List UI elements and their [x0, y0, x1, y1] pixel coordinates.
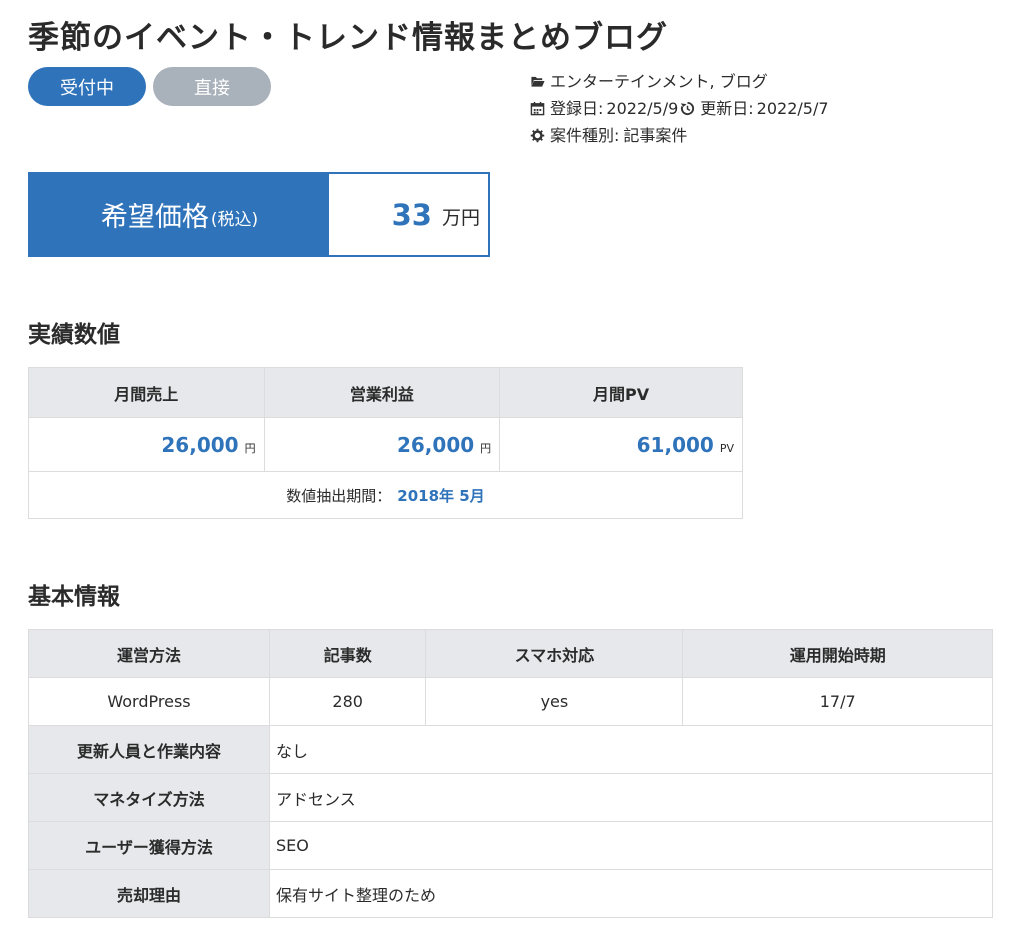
- period-row: 数値抽出期間： 2018年 5月: [28, 471, 743, 519]
- table-row: 更新人員と作業内容 なし: [28, 725, 993, 774]
- price-label-text: 希望価格: [100, 202, 209, 233]
- mobile-support-value: yes: [425, 677, 684, 726]
- operation-method-header: 運営方法: [28, 629, 270, 678]
- mobile-support-header: スマホ対応: [425, 629, 684, 678]
- table-row: マネタイズ方法 アドセンス: [28, 773, 993, 822]
- registered-date: 2022/5/9: [606, 99, 679, 118]
- price-number: 33: [391, 197, 432, 232]
- monthly-pv-header: 月間PV: [499, 367, 743, 418]
- performance-value-row: 26,000 円 26,000 円 61,000 PV: [28, 417, 743, 472]
- article-count-value: 280: [268, 677, 427, 726]
- price-value: 33 万円: [329, 174, 488, 255]
- deal-type-badge: 直接: [153, 67, 271, 106]
- operating-profit-unit: 円: [480, 441, 492, 455]
- basic-info-header-row: 運営方法 記事数 スマホ対応 運用開始時期: [28, 629, 993, 678]
- start-date-header: 運用開始時期: [682, 629, 993, 678]
- kind-label: 案件種別:: [550, 126, 620, 145]
- monthly-pv-value: 61,000: [636, 432, 714, 457]
- gear-icon: [530, 128, 545, 143]
- basic-info-value-row: WordPress 280 yes 17/7: [28, 677, 993, 726]
- period-cell: 数値抽出期間： 2018年 5月: [28, 471, 743, 519]
- monthly-sales-unit: 円: [244, 441, 256, 455]
- monetization-value: アドセンス: [269, 773, 993, 822]
- update-staff-label: 更新人員と作業内容: [28, 725, 270, 774]
- sale-reason-value: 保有サイト整理のため: [269, 869, 993, 918]
- updated-date: 2022/5/7: [756, 99, 829, 118]
- table-row: ユーザー獲得方法 SEO: [28, 821, 993, 870]
- operating-profit-value: 26,000: [396, 432, 475, 457]
- table-row: 売却理由 保有サイト整理のため: [28, 869, 993, 918]
- kind-row: 案件種別: 記事案件: [530, 122, 829, 149]
- operating-profit-header: 営業利益: [263, 367, 501, 418]
- registered-label: 登録日:: [550, 99, 604, 118]
- monthly-sales-header: 月間売上: [28, 367, 265, 418]
- basic-info-table: 運営方法 記事数 スマホ対応 運用開始時期 WordPress 280 yes …: [28, 629, 993, 918]
- price-tax-note: (税込): [210, 210, 259, 230]
- folder-open-icon: [530, 74, 545, 89]
- calendar-icon: [530, 101, 545, 116]
- status-badge: 受付中: [28, 67, 146, 106]
- performance-header-row: 月間売上 営業利益 月間PV: [28, 367, 743, 418]
- update-staff-value: なし: [269, 725, 993, 774]
- page-title: 季節のイベント・トレンド情報まとめブログ: [28, 20, 668, 56]
- user-acquisition-label: ユーザー獲得方法: [28, 821, 270, 870]
- category-row: エンターテインメント, ブログ: [530, 68, 829, 95]
- price-box: 希望価格 (税込) 33 万円: [28, 172, 490, 257]
- basic-info-section-title: 基本情報: [28, 584, 120, 610]
- article-count-header: 記事数: [268, 629, 427, 678]
- user-acquisition-value: SEO: [269, 821, 993, 870]
- performance-table: 月間売上 営業利益 月間PV 26,000 円 26,000 円 61,000 PV …: [28, 367, 743, 519]
- operating-profit-cell: 26,000 円: [263, 417, 501, 472]
- monthly-pv-unit: PV: [719, 441, 734, 455]
- updated-label: 更新日:: [700, 99, 754, 118]
- start-date-value: 17/7: [682, 677, 993, 726]
- monthly-sales-cell: 26,000 円: [28, 417, 265, 472]
- monthly-sales-value: 26,000: [161, 432, 239, 457]
- category-text[interactable]: エンターテインメント, ブログ: [550, 68, 768, 95]
- operation-method-value: WordPress: [28, 677, 270, 726]
- period-value: 2018年 5月: [397, 486, 485, 505]
- monthly-pv-cell: 61,000 PV: [499, 417, 743, 472]
- dates-row: 登録日: 2022/5/9 更新日: 2022/5/7: [530, 95, 829, 122]
- price-label: 希望価格 (税込): [30, 174, 329, 255]
- meta-info: エンターテインメント, ブログ 登録日: 2022/5/9 更新日: 2022/…: [530, 68, 829, 149]
- sale-reason-label: 売却理由: [28, 869, 270, 918]
- history-icon: [680, 101, 695, 116]
- price-unit: 万円: [441, 207, 480, 229]
- monetization-label: マネタイズ方法: [28, 773, 270, 822]
- kind-value: 記事案件: [623, 126, 688, 145]
- performance-section-title: 実績数値: [28, 322, 120, 348]
- period-label: 数値抽出期間：: [286, 486, 392, 505]
- status-badges: 受付中 直接: [28, 67, 271, 106]
